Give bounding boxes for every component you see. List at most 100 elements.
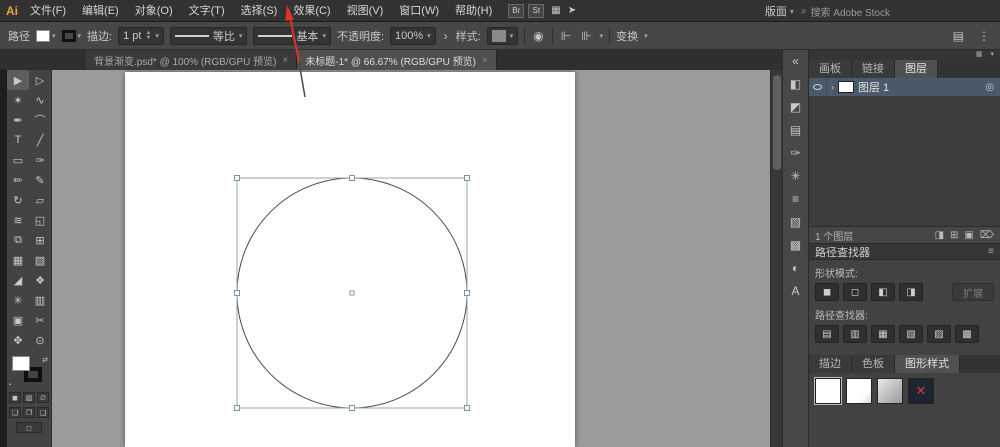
menu-type[interactable]: 文字(T) bbox=[181, 0, 233, 22]
recolor-artwork-icon[interactable]: ◉ bbox=[531, 29, 545, 43]
scrollbar-thumb[interactable] bbox=[773, 75, 781, 170]
delete-layer-icon[interactable]: ⌦ bbox=[980, 230, 994, 241]
magic-wand-tool[interactable]: ✶ bbox=[7, 90, 29, 110]
trim-button[interactable]: ▥ bbox=[843, 325, 867, 343]
expand-layer-icon[interactable]: › bbox=[831, 82, 834, 92]
menu-window[interactable]: 窗口(W) bbox=[391, 0, 447, 22]
layer-row[interactable]: › 图层 1 ◎ bbox=[809, 78, 1000, 96]
dock-grid-icon[interactable]: ▦ bbox=[976, 50, 983, 60]
scale-tool[interactable]: ▱ bbox=[29, 190, 51, 210]
close-icon[interactable]: × bbox=[482, 55, 488, 66]
chevron-down-icon[interactable]: ▾ bbox=[644, 32, 648, 40]
transparency-panel-icon[interactable]: ▩ bbox=[790, 238, 801, 252]
tab-artboards[interactable]: 画板 bbox=[809, 60, 852, 78]
handle-middle-left[interactable] bbox=[234, 290, 240, 296]
close-icon[interactable]: × bbox=[282, 55, 288, 66]
color-button[interactable]: ◼ bbox=[9, 392, 21, 403]
divide-button[interactable]: ▤ bbox=[815, 325, 839, 343]
lasso-tool[interactable]: ∿ bbox=[29, 90, 51, 110]
symbols-panel-icon[interactable]: ✳ bbox=[790, 169, 800, 183]
width-profile-dropdown[interactable]: 等比 ▾ bbox=[169, 26, 248, 45]
shaper-tool[interactable]: ✏ bbox=[7, 170, 29, 190]
gradient-button[interactable]: ▨ bbox=[23, 392, 35, 403]
draw-normal-button[interactable]: ❏ bbox=[9, 407, 21, 418]
intersect-button[interactable]: ◧ bbox=[871, 283, 895, 301]
stepper-arrows[interactable]: ▲ ▼ bbox=[145, 30, 151, 41]
mesh-tool[interactable]: ▦ bbox=[7, 250, 29, 270]
stroke-link-label[interactable]: 描边: bbox=[87, 28, 112, 44]
handle-top-center[interactable] bbox=[349, 175, 355, 181]
color-panel-icon[interactable]: ◧ bbox=[790, 77, 801, 91]
transform-label[interactable]: 变换 bbox=[616, 28, 638, 44]
column-graph-tool[interactable]: ▥ bbox=[29, 290, 51, 310]
appearance-panel-icon[interactable]: ◐ bbox=[792, 261, 799, 275]
share-icon[interactable]: ➤ bbox=[568, 5, 576, 16]
graphic-style-default[interactable] bbox=[814, 377, 842, 405]
blend-tool[interactable]: ❖ bbox=[29, 270, 51, 290]
stock-search[interactable]: ⌕ 搜索 Adobe Stock bbox=[801, 4, 890, 19]
zoom-tool[interactable]: ⊙ bbox=[29, 330, 51, 350]
selection-tool[interactable]: ▶ bbox=[7, 70, 29, 90]
slice-tool[interactable]: ✂ bbox=[29, 310, 51, 330]
stroke-panel-icon[interactable]: ≡ bbox=[792, 192, 799, 206]
width-tool[interactable]: ≋ bbox=[7, 210, 29, 230]
visibility-toggle[interactable] bbox=[809, 78, 827, 96]
opacity-dropdown[interactable]: 100% ▾ bbox=[390, 26, 436, 45]
handle-top-left[interactable] bbox=[234, 175, 240, 181]
minus-back-button[interactable]: ▩ bbox=[955, 325, 979, 343]
crop-button[interactable]: ▧ bbox=[899, 325, 923, 343]
none-button[interactable]: ∅ bbox=[37, 392, 49, 403]
stock-button[interactable]: St bbox=[528, 3, 545, 18]
stroke-weight-stepper[interactable]: 1 pt ▲ ▼ ▾ bbox=[118, 26, 164, 45]
brushes-panel-icon[interactable]: ✑ bbox=[790, 146, 800, 160]
eyedropper-tool[interactable]: ◢ bbox=[7, 270, 29, 290]
pen-tool[interactable]: ✒ bbox=[7, 110, 29, 130]
make-clipping-mask-icon[interactable]: ◨ bbox=[935, 230, 944, 241]
vertical-scrollbar[interactable] bbox=[770, 70, 782, 447]
swap-fill-stroke-icon[interactable]: ⇄ bbox=[42, 356, 48, 364]
line-segment-tool[interactable]: ╱ bbox=[29, 130, 51, 150]
tab-layers[interactable]: 图层 bbox=[895, 60, 938, 78]
document-tab-background[interactable]: 背景渐变.psd* @ 100% (RGB/GPU 预览) × bbox=[86, 50, 298, 70]
document-tab-untitled[interactable]: 未标题-1* @ 66.67% (RGB/GPU 预览) × bbox=[297, 50, 497, 70]
handle-top-right[interactable] bbox=[464, 175, 470, 181]
tab-links[interactable]: 链接 bbox=[852, 60, 895, 78]
menu-object[interactable]: 对象(O) bbox=[127, 0, 181, 22]
handle-bottom-left[interactable] bbox=[234, 405, 240, 411]
menu-help[interactable]: 帮助(H) bbox=[447, 0, 500, 22]
gradient-panel-icon[interactable]: ▧ bbox=[790, 215, 801, 229]
stroke-color-dropdown[interactable]: ▾ bbox=[61, 29, 81, 42]
draw-behind-button[interactable]: ❐ bbox=[23, 407, 35, 418]
free-transform-tool[interactable]: ◱ bbox=[29, 210, 51, 230]
graphic-style-4[interactable]: ✕ bbox=[908, 378, 934, 404]
new-sublayer-icon[interactable]: ⊞ bbox=[950, 230, 958, 241]
opacity-more-icon[interactable]: › bbox=[442, 29, 450, 43]
minus-front-button[interactable]: ◻ bbox=[843, 283, 867, 301]
tab-graphic-styles[interactable]: 图形样式 bbox=[895, 355, 960, 373]
color-guide-panel-icon[interactable]: ◩ bbox=[790, 100, 801, 114]
symbol-sprayer-tool[interactable]: ✳ bbox=[7, 290, 29, 310]
perspective-grid-tool[interactable]: ⊞ bbox=[29, 230, 51, 250]
hand-tool[interactable]: ✥ bbox=[7, 330, 29, 350]
exclude-button[interactable]: ◨ bbox=[899, 283, 923, 301]
bridge-button[interactable]: Br bbox=[508, 3, 525, 18]
chevron-down-icon[interactable]: ▾ bbox=[155, 32, 159, 40]
workspace-switcher[interactable]: 版面 ▾ bbox=[765, 3, 794, 19]
menu-select[interactable]: 选择(S) bbox=[233, 0, 286, 22]
menu-effect[interactable]: 效果(C) bbox=[285, 0, 338, 22]
collapse-dock-icon[interactable]: « bbox=[792, 54, 799, 68]
direct-selection-tool[interactable]: ▷ bbox=[29, 70, 51, 90]
shape-builder-tool[interactable]: ⧉ bbox=[7, 230, 29, 250]
fill-color-dropdown[interactable]: ▾ bbox=[36, 29, 56, 42]
expand-button[interactable]: 扩展 bbox=[952, 283, 994, 301]
fill-color-well[interactable] bbox=[12, 356, 30, 371]
menu-file[interactable]: 文件(F) bbox=[22, 0, 74, 22]
chevron-down-icon[interactable]: ▾ bbox=[990, 50, 994, 60]
align-left-icon[interactable]: ⊩ bbox=[559, 29, 573, 43]
gradient-tool[interactable]: ▧ bbox=[29, 250, 51, 270]
rectangle-tool[interactable]: ▭ bbox=[7, 150, 29, 170]
merge-button[interactable]: ▦ bbox=[871, 325, 895, 343]
canvas-pasteboard[interactable] bbox=[52, 70, 770, 447]
panel-menu-icon[interactable]: ≡ bbox=[988, 246, 994, 257]
layer-target-icon[interactable]: ◎ bbox=[985, 82, 994, 93]
